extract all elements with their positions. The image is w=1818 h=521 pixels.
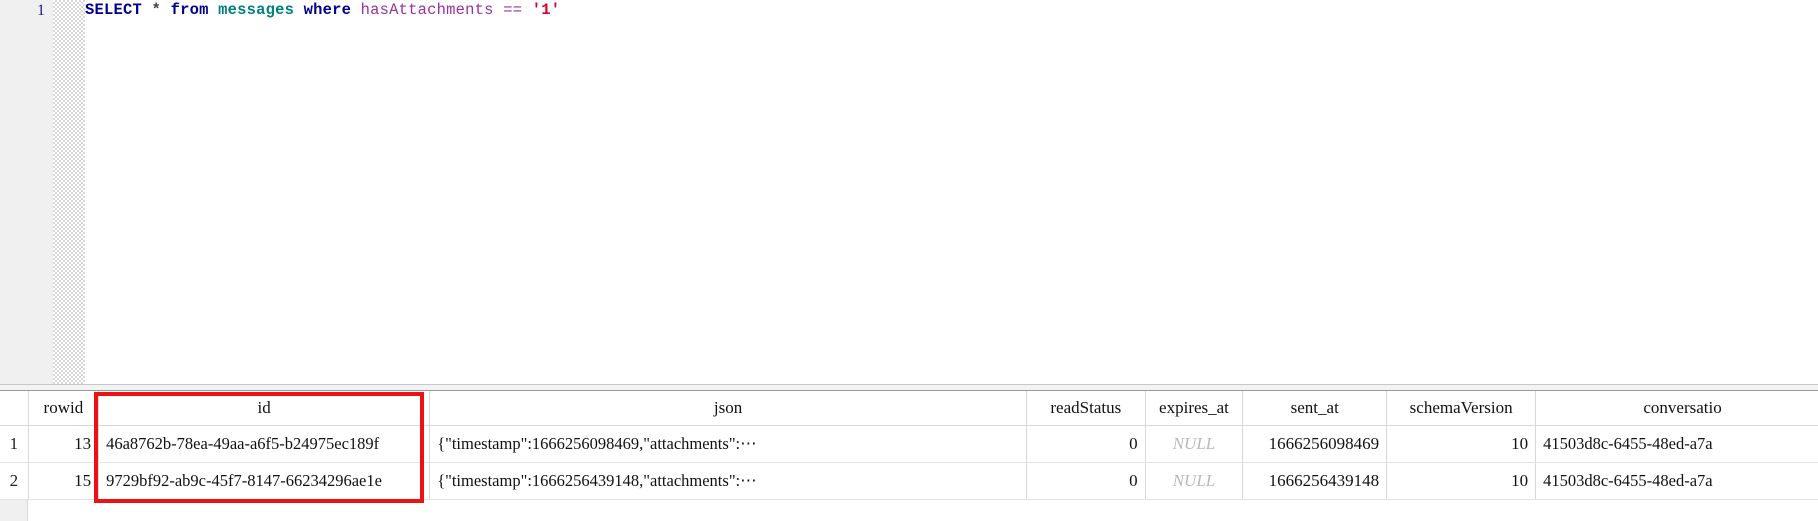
cell-rownum-row1[interactable]: 1	[0, 425, 29, 463]
column-header-readStatus[interactable]: readStatus	[1026, 391, 1146, 426]
editor-line-number-gutter: 1	[0, 0, 53, 384]
column-header-json[interactable]: json	[429, 391, 1027, 426]
column-header-schemaVersion[interactable]: schemaVersion	[1386, 391, 1537, 426]
column-header-rownum[interactable]	[0, 391, 29, 426]
cell-expires_at-row2[interactable]: NULL	[1145, 462, 1244, 500]
sql-token-plain-5	[209, 1, 219, 19]
sql-token-plain-1	[142, 1, 152, 19]
cell-readStatus-row2[interactable]: 0	[1026, 462, 1146, 500]
column-header-rowid[interactable]: rowid	[28, 391, 100, 426]
sql-token-plain-3	[161, 1, 171, 19]
cell-rowid-row2[interactable]: 15	[28, 462, 100, 500]
cell-expires_at-row1[interactable]: NULL	[1145, 425, 1244, 463]
cell-rowid-row1[interactable]: 13	[28, 425, 100, 463]
sql-token-star-2: *	[151, 1, 162, 19]
cell-schemaVersion-row1[interactable]: 10	[1386, 425, 1537, 463]
cell-id-row1[interactable]: 46a8762b-78ea-49aa-a6f5-b24975ec189f	[98, 425, 431, 463]
sql-token-plain-11	[494, 1, 504, 19]
sql-query-line[interactable]: SELECT * from messages where hasAttachme…	[85, 0, 1818, 21]
sql-token-keyword-4: from	[170, 1, 209, 19]
sql-token-keyword-0: SELECT	[85, 1, 143, 19]
sql-client-window: 1 SELECT * from messages where hasAttach…	[0, 0, 1818, 521]
results-grid: rowid id json readStatus expires_at sent_at sc…	[0, 391, 1818, 500]
cell-rownum-row2[interactable]: 2	[0, 462, 29, 500]
cell-conversationId-row1[interactable]: 41503d8c-6455-48ed-a7a	[1535, 425, 1818, 463]
cell-sent_at-row2[interactable]: 1666256439148	[1242, 462, 1388, 500]
sql-token-plain-9	[351, 1, 361, 19]
sql-token-keyword-8: where	[303, 1, 352, 19]
column-header-expires_at[interactable]: expires_at	[1145, 391, 1244, 426]
table-header-row: rowid id json readStatus expires_at sent_at sc…	[0, 391, 1818, 426]
cell-id-row2[interactable]: 9729bf92-ab9c-45f7-8147-66234296ae1e	[98, 462, 431, 500]
line-number-1: 1	[37, 2, 45, 19]
sql-token-table-6: messages	[218, 1, 295, 19]
column-header-conversationId[interactable]: conversatio	[1535, 391, 1818, 426]
editor-fold-strip[interactable]	[53, 0, 85, 384]
cell-sent_at-row1[interactable]: 1666256098469	[1242, 425, 1388, 463]
grid-filler-area	[0, 500, 1818, 521]
pane-splitter[interactable]	[0, 384, 1818, 391]
editor-code-area[interactable]: SELECT * from messages where hasAttachme…	[85, 0, 1818, 384]
sql-token-string-14: '1'	[531, 1, 561, 19]
table-row[interactable]: 1 13 46a8762b-78ea-49aa-a6f5-b24975ec189f{…	[0, 425, 1818, 463]
sql-token-plain-13	[522, 1, 532, 19]
table-row[interactable]: 2 15 9729bf92-ab9c-45f7-8147-66234296ae1e{…	[0, 462, 1818, 500]
cell-json-row1[interactable]: {"timestamp":1666256098469,"attachments"…	[429, 425, 1027, 463]
sql-token-op-12: ==	[503, 1, 523, 19]
cell-conversationId-row2[interactable]: 41503d8c-6455-48ed-a7a	[1535, 462, 1818, 500]
column-header-sent_at[interactable]: sent_at	[1242, 391, 1388, 426]
grid-filler-gutter	[0, 500, 28, 521]
results-grid-header: rowid id json readStatus expires_at sent_at sc…	[0, 391, 1818, 426]
results-grid-body: 1 13 46a8762b-78ea-49aa-a6f5-b24975ec189f{…	[0, 425, 1818, 500]
cell-schemaVersion-row2[interactable]: 10	[1386, 462, 1537, 500]
sql-editor-pane[interactable]: 1 SELECT * from messages where hasAttach…	[0, 0, 1818, 384]
cell-readStatus-row1[interactable]: 0	[1026, 425, 1146, 463]
cell-json-row2[interactable]: {"timestamp":1666256439148,"attachments"…	[429, 462, 1027, 500]
column-header-id[interactable]: id	[98, 391, 431, 426]
sql-token-plain-7	[294, 1, 304, 19]
sql-token-column-10: hasAttachments	[360, 1, 494, 19]
